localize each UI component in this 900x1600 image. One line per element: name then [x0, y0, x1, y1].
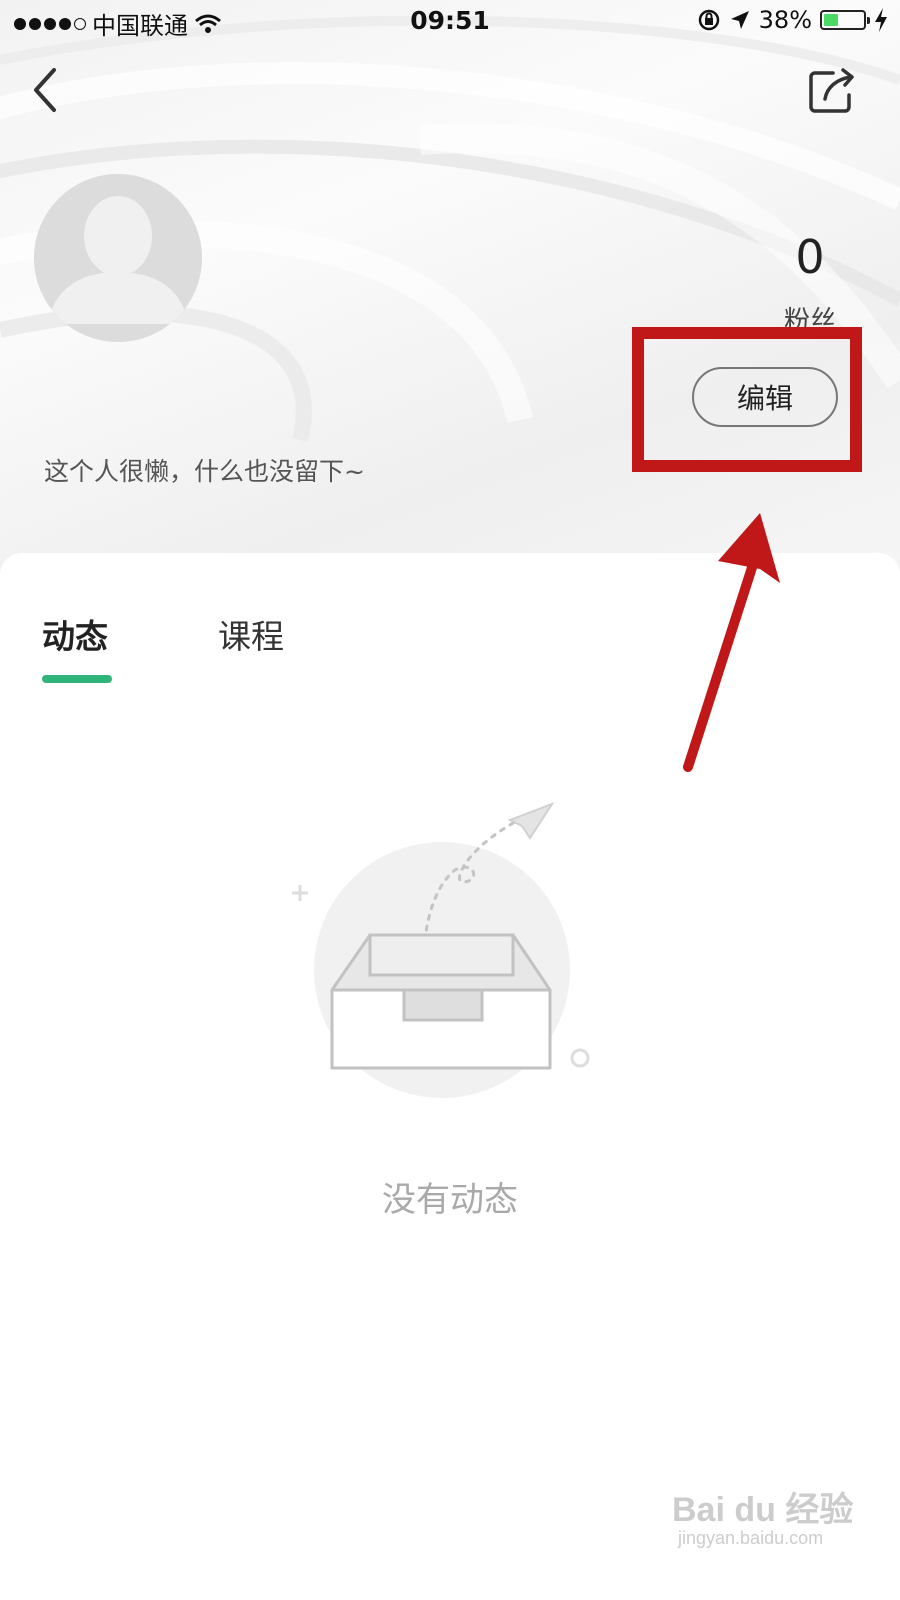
back-button[interactable] — [22, 60, 72, 120]
charging-bolt-icon — [875, 8, 887, 32]
tab-courses[interactable]: 课程 — [218, 610, 284, 658]
red-arrow — [683, 513, 780, 772]
location-arrow-icon — [730, 11, 749, 29]
watermark-logo: Bai du 经验 — [672, 1491, 854, 1529]
profile-bio: 这个人很懒，什么也没留下~ — [44, 457, 365, 486]
empty-state-text: 没有动态 — [382, 1180, 518, 1220]
tab-indicator — [42, 675, 112, 683]
highlight-box — [632, 327, 862, 472]
rotation-lock-icon — [698, 9, 719, 31]
status-bar: 中国联通 09:51 38% — [0, 0, 900, 44]
default-avatar-icon — [34, 174, 202, 342]
share-icon — [809, 68, 854, 113]
status-right: 38% — [697, 6, 888, 34]
empty-inbox-paper-plane-icon — [292, 801, 590, 1098]
watermark-url: jingyan.baidu.com — [678, 1528, 824, 1548]
battery-fill — [824, 14, 838, 26]
avatar[interactable] — [34, 174, 202, 342]
watermark: Bai du 经验 jingyan.baidu.com — [672, 1470, 872, 1560]
battery-icon — [820, 10, 870, 30]
chevron-left-icon — [34, 68, 56, 112]
share-button[interactable] — [805, 65, 861, 117]
tab-dynamics[interactable]: 动态 — [42, 610, 108, 658]
followers-count[interactable]: 0 — [760, 230, 860, 284]
battery-percent: 38% — [758, 6, 812, 34]
